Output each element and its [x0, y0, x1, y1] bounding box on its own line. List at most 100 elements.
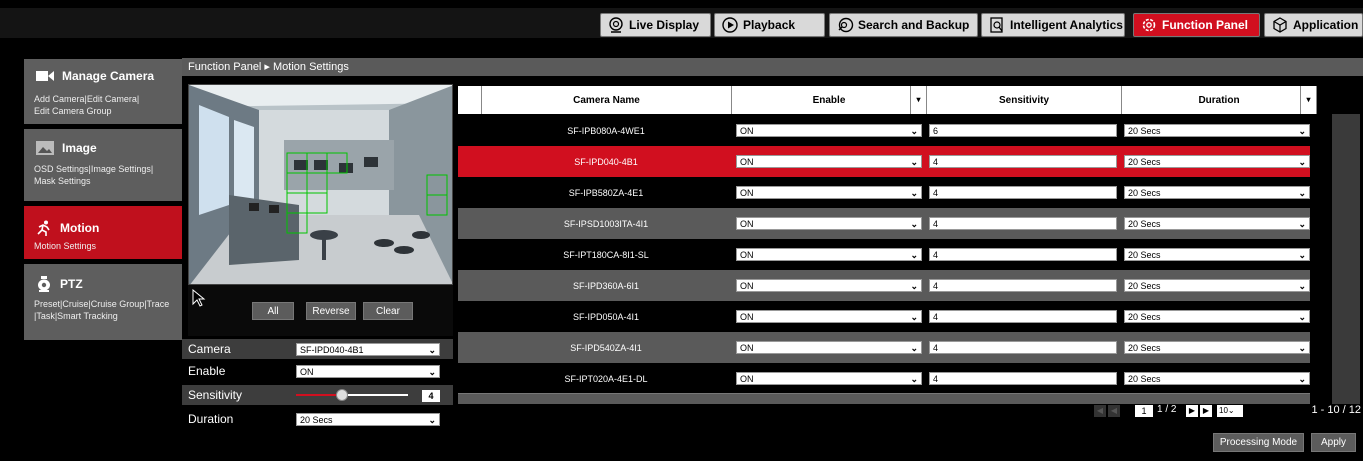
- row-camera-name: SF-IPT020A-4E1-DL: [564, 373, 648, 384]
- table-row[interactable]: SF-IPT020A-4E1-DL ON ⌄ 4 20 Secs ⌄: [458, 363, 1310, 394]
- chevron-down-icon: ⌄: [1298, 374, 1306, 384]
- row-select[interactable]: 20 Secs ⌄: [1124, 217, 1310, 230]
- table-scrollbar[interactable]: [1332, 114, 1360, 404]
- row-sensitivity-value: 4: [933, 343, 939, 353]
- next-page-icon[interactable]: ▶: [1186, 405, 1198, 417]
- row-sensitivity-value: 6: [933, 126, 939, 136]
- row-select[interactable]: 20 Secs ⌄: [1124, 372, 1310, 385]
- header-enable[interactable]: Enable ▾: [732, 86, 927, 114]
- tab-playback[interactable]: Playback: [714, 13, 825, 37]
- tab-application[interactable]: Application: [1264, 13, 1363, 37]
- pagination: ◀ ◀ 1 1 / 2 ▶ ▶ 10⌄ 1 - 10 / 12: [1090, 404, 1363, 420]
- row-select-value: 20 Secs: [1128, 374, 1161, 384]
- row-select[interactable]: ON ⌄: [736, 341, 922, 354]
- slider-handle[interactable]: [336, 389, 348, 401]
- sidebar-item-links[interactable]: OSD Settings|Image Settings| Mask Settin…: [34, 163, 180, 187]
- sidebar-item-image[interactable]: Image OSD Settings|Image Settings| Mask …: [24, 129, 182, 201]
- header-duration-dropdown[interactable]: ▾: [1300, 86, 1316, 114]
- row-select-value: 20 Secs: [1128, 343, 1161, 353]
- table-row[interactable]: SF-IPD360A-6I1 ON ⌄ 4 20 Secs ⌄: [458, 270, 1310, 301]
- row-select[interactable]: ON ⌄: [736, 217, 922, 230]
- apply-button[interactable]: Apply: [1311, 433, 1356, 452]
- row-sensitivity-input[interactable]: 6: [929, 124, 1117, 137]
- row-sensitivity-input[interactable]: 4: [929, 155, 1117, 168]
- page-number-input[interactable]: 1: [1135, 405, 1153, 417]
- row-select[interactable]: 20 Secs ⌄: [1124, 248, 1310, 261]
- duration-select[interactable]: 20 Secs ⌄: [296, 412, 440, 426]
- row-sensitivity-input[interactable]: 4: [929, 372, 1117, 385]
- row-select[interactable]: ON ⌄: [736, 186, 922, 199]
- sidebar-item-links[interactable]: Preset|Cruise|Cruise Group|Trace |Task|S…: [34, 298, 180, 322]
- select-all-button[interactable]: All: [252, 302, 294, 320]
- table-row[interactable]: SF-IPD540ZA-4I1 ON ⌄ 4 20 Secs ⌄: [458, 332, 1310, 363]
- row-sensitivity-input[interactable]: 4: [929, 186, 1117, 199]
- row-camera-name: SF-IPB580ZA-4E1: [568, 187, 644, 198]
- first-page-icon[interactable]: ◀: [1094, 405, 1106, 417]
- enable-select[interactable]: ON ⌄: [296, 364, 440, 378]
- row-select[interactable]: 20 Secs ⌄: [1124, 124, 1310, 137]
- sidebar-item-links[interactable]: Motion Settings: [34, 240, 180, 252]
- tab-search-backup[interactable]: Search and Backup: [829, 13, 978, 37]
- row-select[interactable]: ON ⌄: [736, 310, 922, 323]
- tab-intelligent-analytics[interactable]: Intelligent Analytics: [981, 13, 1125, 37]
- row-camera-name: SF-IPD040-4B1: [574, 156, 638, 167]
- table-row[interactable]: SF-IPSD1003ITA-4I1 ON ⌄ 4 20 Secs ⌄: [458, 208, 1310, 239]
- sensitivity-value-box[interactable]: 4: [422, 390, 440, 402]
- enable-select-value: ON: [300, 366, 314, 377]
- row-select[interactable]: 20 Secs ⌄: [1124, 310, 1310, 323]
- row-select[interactable]: 20 Secs ⌄: [1124, 186, 1310, 199]
- sidebar-item-motion[interactable]: Motion Motion Settings: [24, 206, 182, 259]
- sidebar-item-ptz[interactable]: PTZ Preset|Cruise|Cruise Group|Trace |Ta…: [24, 264, 182, 340]
- row-sensitivity-input[interactable]: 4: [929, 217, 1117, 230]
- reverse-button[interactable]: Reverse: [306, 302, 356, 320]
- row-camera-name: SF-IPT180CA-8I1-SL: [563, 249, 649, 260]
- header-camera-name[interactable]: Camera Name: [482, 86, 732, 114]
- clear-button[interactable]: Clear: [363, 302, 413, 320]
- camera-select[interactable]: SF-IPD040-4B1 ⌄: [296, 342, 440, 356]
- row-sensitivity-input[interactable]: 4: [929, 341, 1117, 354]
- chevron-down-icon: ⌄: [1298, 281, 1306, 291]
- header-enable-dropdown[interactable]: ▾: [910, 86, 926, 114]
- row-select[interactable]: 20 Secs ⌄: [1124, 279, 1310, 292]
- sidebar-title: Motion: [36, 220, 99, 236]
- table-row[interactable]: SF-IPD040-4B1 ON ⌄ 4 20 Secs ⌄: [458, 146, 1310, 177]
- table-row[interactable]: SF-IPD050A-4I1 ON ⌄ 4 20 Secs ⌄: [458, 301, 1310, 332]
- sidebar-item-links[interactable]: Add Camera|Edit Camera| Edit Camera Grou…: [34, 93, 180, 117]
- row-select[interactable]: 20 Secs ⌄: [1124, 155, 1310, 168]
- row-select[interactable]: ON ⌄: [736, 124, 922, 137]
- row-sensitivity-input[interactable]: 4: [929, 310, 1117, 323]
- tab-function-panel[interactable]: Function Panel: [1133, 13, 1260, 37]
- sidebar-item-manage-camera[interactable]: Manage Camera Add Camera|Edit Camera| Ed…: [24, 59, 182, 124]
- tab-label: Application: [1293, 18, 1359, 32]
- table-row[interactable]: SF-IPB580ZA-4E1 ON ⌄ 4 20 Secs ⌄: [458, 177, 1310, 208]
- image-icon: [36, 141, 54, 155]
- camera-preview[interactable]: [188, 84, 453, 285]
- duration-row: Duration 20 Secs ⌄: [182, 409, 453, 429]
- header-duration[interactable]: Duration ▾: [1122, 86, 1317, 114]
- tab-live-display[interactable]: Live Display: [600, 13, 711, 37]
- row-select[interactable]: ON ⌄: [736, 155, 922, 168]
- row-select[interactable]: 20 Secs ⌄: [1124, 341, 1310, 354]
- chevron-down-icon: ⌄: [428, 414, 436, 425]
- tab-label: Live Display: [629, 18, 700, 32]
- camera-preview-scene: [189, 85, 452, 284]
- header-sensitivity[interactable]: Sensitivity: [927, 86, 1122, 114]
- row-sensitivity-input[interactable]: 4: [929, 248, 1117, 261]
- table-row[interactable]: SF-IPB080A-4WE1 ON ⌄ 6 20 Secs ⌄: [458, 115, 1310, 146]
- gear-icon: [1142, 18, 1156, 32]
- row-select-value: ON: [740, 312, 754, 322]
- cursor-icon[interactable]: [192, 289, 208, 307]
- row-sensitivity-input[interactable]: 4: [929, 279, 1117, 292]
- processing-mode-button[interactable]: Processing Mode: [1213, 433, 1304, 452]
- last-page-icon[interactable]: ▶: [1200, 405, 1212, 417]
- breadcrumb: Function Panel ▸ Motion Settings: [182, 58, 1363, 76]
- table-row[interactable]: SF-IPT180CA-8I1-SL ON ⌄ 4 20 Secs ⌄: [458, 239, 1310, 270]
- row-select[interactable]: ON ⌄: [736, 248, 922, 261]
- row-select[interactable]: ON ⌄: [736, 372, 922, 385]
- sensitivity-slider[interactable]: [296, 389, 408, 401]
- prev-page-icon[interactable]: ◀: [1108, 405, 1120, 417]
- per-page-select[interactable]: 10⌄: [1217, 405, 1243, 417]
- row-select[interactable]: ON ⌄: [736, 279, 922, 292]
- row-sensitivity-value: 4: [933, 219, 939, 229]
- duration-select-value: 20 Secs: [300, 414, 333, 425]
